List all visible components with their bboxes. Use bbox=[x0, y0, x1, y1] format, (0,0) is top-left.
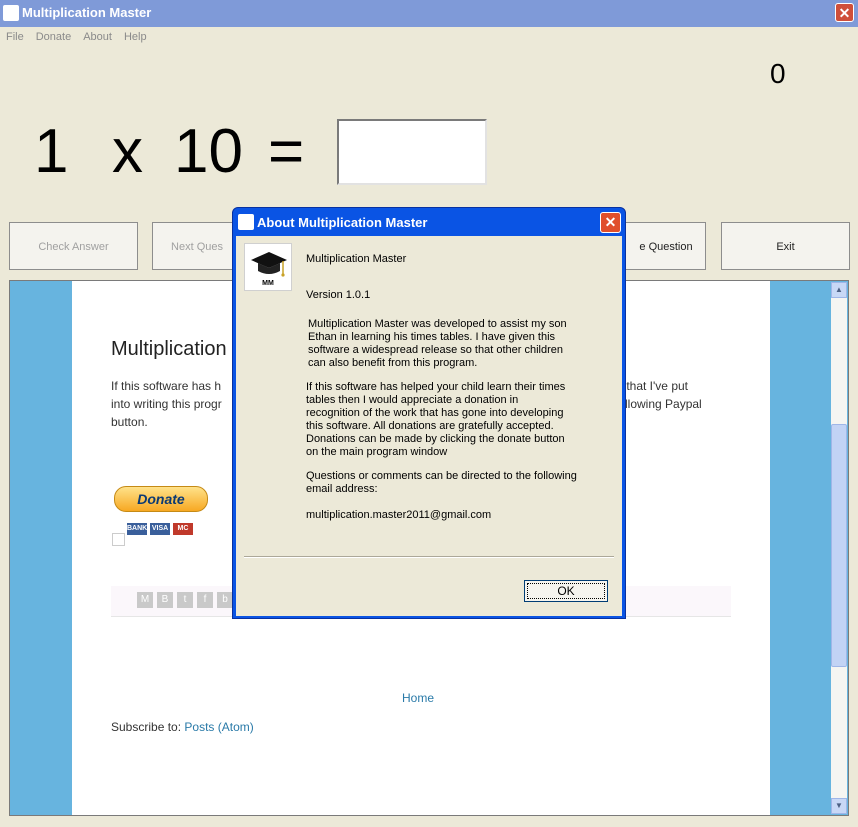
graduation-cap-icon bbox=[238, 214, 254, 230]
dialog-body: MM Multiplication Master Version 1.0.1 M… bbox=[236, 236, 622, 616]
home-link[interactable]: Home bbox=[402, 691, 434, 705]
para3-line: Questions or comments can be directed to… bbox=[306, 470, 577, 482]
para1-line: software a widespread release so that ot… bbox=[308, 344, 563, 356]
menubar: File Donate About Help bbox=[0, 27, 858, 46]
vertical-scrollbar[interactable]: ▲ ▼ bbox=[831, 282, 847, 814]
dialog-close-button[interactable]: ✕ bbox=[600, 212, 621, 233]
blogger-share-icon[interactable]: B bbox=[157, 592, 173, 608]
operator: x bbox=[112, 117, 143, 186]
app-logo: MM bbox=[244, 243, 292, 291]
operand-a: 1 bbox=[34, 117, 69, 186]
dialog-title: About Multiplication Master bbox=[257, 215, 428, 230]
mastercard-icon: MC bbox=[173, 523, 193, 535]
scroll-thumb[interactable] bbox=[831, 424, 847, 667]
subscribe-label: Subscribe to: bbox=[111, 720, 182, 734]
para2-line: this software. All donations are gratefu… bbox=[306, 420, 554, 432]
para2-line: Donations can be made by clicking the do… bbox=[306, 433, 565, 445]
subscribe-line: Subscribe to: Posts (Atom) bbox=[111, 720, 254, 734]
dialog-version: Version 1.0.1 bbox=[306, 289, 371, 301]
next-question-button[interactable]: Next Ques bbox=[152, 222, 242, 270]
post-text-right-2: llowing Paypal bbox=[625, 397, 702, 411]
equals-sign: = bbox=[268, 117, 305, 186]
logo-text: MM bbox=[262, 280, 274, 287]
dialog-titlebar[interactable]: About Multiplication Master ✕ bbox=[233, 208, 625, 236]
facebook-share-icon[interactable]: f bbox=[197, 592, 213, 608]
payment-cards: BANK VISA MC bbox=[127, 517, 196, 535]
dialog-paragraph-3: Questions or comments can be directed to… bbox=[306, 470, 577, 496]
main-titlebar[interactable]: Multiplication Master ✕ bbox=[0, 0, 858, 27]
twitter-share-icon[interactable]: t bbox=[177, 592, 193, 608]
dialog-separator bbox=[244, 556, 614, 558]
ok-button[interactable]: OK bbox=[524, 580, 608, 602]
graduation-cap-icon bbox=[251, 252, 287, 277]
paypal-donate-button[interactable]: Donate bbox=[114, 486, 208, 512]
para3-line: email address: bbox=[306, 483, 378, 495]
answer-input[interactable] bbox=[337, 119, 487, 185]
para1-line: can also benefit from this program. bbox=[308, 357, 478, 369]
menu-file[interactable]: File bbox=[0, 29, 30, 43]
about-dialog: About Multiplication Master ✕ MM Multipl… bbox=[232, 207, 626, 619]
score-display: 0 bbox=[770, 58, 786, 89]
post-text-left-2: into writing this progr bbox=[111, 397, 222, 411]
skip-question-button[interactable]: e Question bbox=[612, 222, 706, 270]
para2-line: recognition of the work that has gone in… bbox=[306, 407, 564, 419]
menu-donate[interactable]: Donate bbox=[30, 29, 77, 43]
menu-about[interactable]: About bbox=[77, 29, 118, 43]
ok-button-label: OK bbox=[527, 583, 605, 599]
email-share-icon[interactable]: M bbox=[137, 592, 153, 608]
buzz-share-icon[interactable]: b bbox=[217, 592, 233, 608]
para2-line: tables then I would appreciate a donatio… bbox=[306, 394, 519, 406]
scroll-up-arrow-icon[interactable]: ▲ bbox=[831, 282, 847, 298]
bank-icon: BANK bbox=[127, 523, 147, 535]
para1-line: Ethan in learning his times tables. I ha… bbox=[308, 331, 556, 343]
window-title: Multiplication Master bbox=[22, 5, 152, 20]
para2-line: on the main program window bbox=[306, 446, 448, 458]
exit-button[interactable]: Exit bbox=[721, 222, 850, 270]
tracking-pixel bbox=[112, 533, 125, 546]
dialog-paragraph-2: If this software has helped your child l… bbox=[306, 381, 565, 459]
dialog-email: multiplication.master2011@gmail.com bbox=[306, 509, 492, 521]
check-answer-button[interactable]: Check Answer bbox=[9, 222, 138, 270]
scroll-down-arrow-icon[interactable]: ▼ bbox=[831, 798, 847, 814]
menu-help[interactable]: Help bbox=[118, 29, 153, 43]
posts-atom-link[interactable]: Posts (Atom) bbox=[184, 720, 253, 734]
dialog-app-name: Multiplication Master bbox=[306, 253, 407, 265]
para1-line: Multiplication Master was developed to a… bbox=[308, 318, 567, 330]
graduation-cap-icon bbox=[3, 5, 19, 21]
visa-icon: VISA bbox=[150, 523, 170, 535]
close-window-button[interactable]: ✕ bbox=[835, 3, 854, 22]
operand-b: 10 bbox=[174, 117, 243, 186]
post-text-left-1: If this software has h bbox=[111, 379, 222, 393]
dialog-paragraph-1: Multiplication Master was developed to a… bbox=[308, 318, 567, 370]
para2-line: If this software has helped your child l… bbox=[306, 381, 566, 393]
post-title: Multiplication bbox=[111, 338, 227, 360]
